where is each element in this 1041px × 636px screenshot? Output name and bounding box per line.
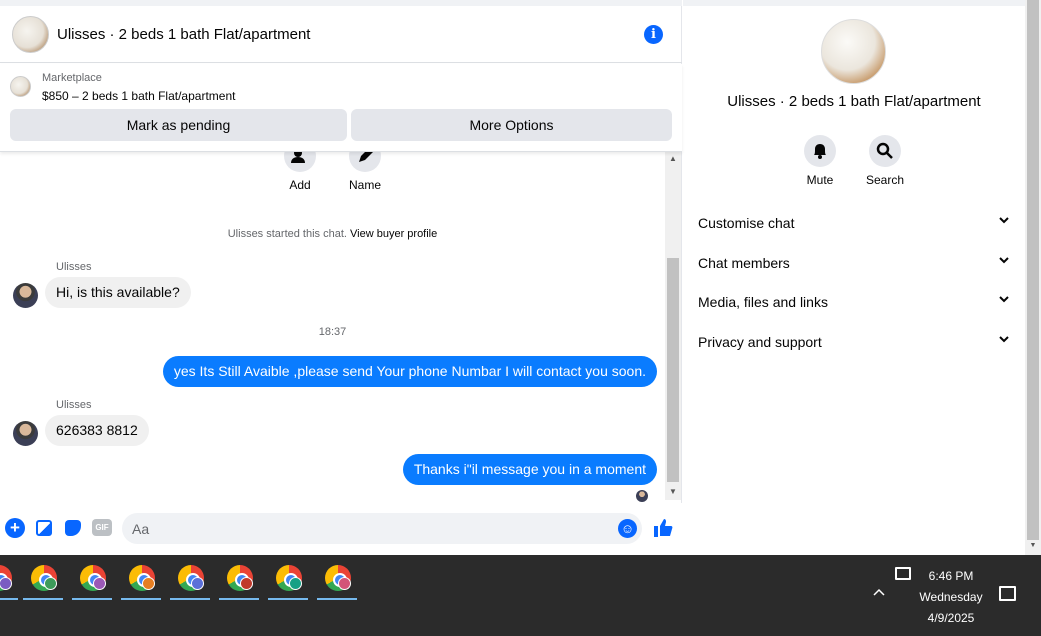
message-sender: Ulisses — [56, 399, 92, 411]
add-person-icon — [284, 152, 316, 172]
chrome-taskbar-icon[interactable] — [0, 563, 18, 601]
mark-as-pending-button[interactable]: Mark as pending — [10, 109, 347, 141]
clock-time: 6:46 PM — [928, 569, 974, 583]
emoji-icon[interactable]: ☺ — [618, 519, 637, 538]
notification-icon[interactable] — [999, 586, 1016, 601]
listing-price-title[interactable]: $850 – 2 beds 1 bath Flat/apartment — [42, 89, 235, 103]
buyer-avatar[interactable] — [13, 283, 38, 308]
system-clock[interactable]: 6:46 PM Wednesday 4/9/2025 — [908, 566, 994, 629]
plus-icon[interactable]: + — [5, 518, 25, 538]
bell-icon — [804, 135, 836, 167]
section-label: Privacy and support — [698, 334, 822, 350]
section-media-files-links[interactable]: Media, files and links — [698, 294, 1010, 310]
listing-avatar[interactable] — [821, 19, 886, 84]
message-list: Add Name Ulisses started this chat. View… — [0, 152, 665, 502]
scroll-up-arrow-icon[interactable]: ▲ — [665, 154, 681, 163]
chat-avatar[interactable] — [12, 16, 49, 53]
chevron-down-icon — [998, 333, 1010, 348]
window-scrollbar-thumb[interactable] — [1027, 0, 1039, 540]
incoming-message[interactable]: Hi, is this available? — [45, 277, 191, 308]
section-label: Customise chat — [698, 215, 795, 231]
section-label: Chat members — [698, 255, 790, 271]
section-customise-chat[interactable]: Customise chat — [698, 215, 1010, 231]
listing-source: Marketplace — [42, 72, 102, 84]
chrome-taskbar-icon[interactable] — [23, 563, 63, 601]
chat-details-panel: Ulisses · 2 beds 1 bath Flat/apartment M… — [683, 0, 1025, 555]
chevron-down-icon — [998, 293, 1010, 308]
name-action[interactable]: Name — [346, 152, 384, 192]
listing-banner: Marketplace $850 – 2 beds 1 bath Flat/ap… — [0, 64, 682, 152]
message-sender: Ulisses — [56, 261, 92, 273]
window-scrollbar[interactable]: ▼ — [1025, 0, 1041, 555]
chrome-taskbar-icon[interactable] — [317, 563, 357, 601]
scroll-down-arrow-icon[interactable]: ▼ — [665, 487, 681, 496]
mute-action[interactable]: Mute — [795, 135, 845, 187]
message-timestamp: 18:37 — [318, 326, 347, 338]
sticker-icon[interactable] — [63, 518, 83, 538]
section-label: Media, files and links — [698, 294, 828, 310]
clock-day: Wednesday — [919, 590, 983, 604]
chat-header: Ulisses · 2 beds 1 bath Flat/apartment i — [0, 6, 682, 63]
message-scrollbar[interactable]: ▲ ▼ — [665, 152, 681, 500]
outgoing-message[interactable]: Thanks i"il message you in a moment — [402, 454, 657, 485]
message-composer: + GIF ☺ — [0, 503, 682, 555]
message-scrollbar-thumb[interactable] — [667, 258, 679, 482]
info-icon[interactable]: i — [644, 25, 663, 44]
add-label: Add — [289, 178, 311, 192]
chevron-down-icon — [998, 214, 1010, 229]
started-text: Ulisses started this chat. — [227, 228, 347, 240]
taskbar: 6:46 PM Wednesday 4/9/2025 — [0, 555, 1041, 636]
message-input-wrapper: ☺ — [122, 513, 642, 544]
photo-icon[interactable] — [34, 518, 54, 538]
outgoing-message[interactable]: yes Its Still Avaible ,please send Your … — [162, 356, 657, 387]
pencil-icon — [349, 152, 381, 172]
section-chat-members[interactable]: Chat members — [698, 255, 1010, 271]
chat-started-notice: Ulisses started this chat. View buyer pr… — [0, 228, 665, 240]
name-label: Name — [348, 178, 381, 192]
chevron-down-icon — [998, 254, 1010, 269]
side-top-strip — [683, 0, 1025, 6]
chat-title[interactable]: Ulisses · 2 beds 1 bath Flat/apartment — [57, 26, 310, 43]
chat-pane: Ulisses · 2 beds 1 bath Flat/apartment i… — [0, 0, 682, 555]
chevron-up-icon[interactable] — [872, 585, 886, 600]
more-options-button[interactable]: More Options — [351, 109, 672, 141]
buyer-avatar[interactable] — [13, 421, 38, 446]
search-label: Search — [865, 173, 905, 187]
add-action[interactable]: Add — [282, 152, 318, 192]
listing-thumbnail[interactable] — [10, 76, 31, 97]
chrome-taskbar-icon[interactable] — [268, 563, 308, 601]
message-input[interactable] — [132, 513, 612, 544]
thumbs-up-icon[interactable] — [652, 517, 674, 539]
gif-icon[interactable]: GIF — [92, 519, 112, 536]
search-action[interactable]: Search — [860, 135, 910, 187]
section-privacy-support[interactable]: Privacy and support — [698, 334, 1010, 350]
clock-date: 4/9/2025 — [927, 611, 975, 625]
search-icon — [869, 135, 901, 167]
chrome-taskbar-icon[interactable] — [72, 563, 112, 601]
incoming-message[interactable]: 626383 8812 — [45, 415, 149, 446]
seen-avatar — [636, 490, 648, 502]
scroll-down-arrow-icon[interactable]: ▼ — [1025, 542, 1041, 549]
details-title: Ulisses · 2 beds 1 bath Flat/apartment — [727, 93, 981, 110]
view-buyer-profile-link[interactable]: View buyer profile — [350, 228, 437, 240]
chrome-taskbar-icon[interactable] — [121, 563, 161, 601]
mute-label: Mute — [806, 173, 834, 187]
chrome-taskbar-icon[interactable] — [219, 563, 259, 601]
chrome-taskbar-icon[interactable] — [170, 563, 210, 601]
